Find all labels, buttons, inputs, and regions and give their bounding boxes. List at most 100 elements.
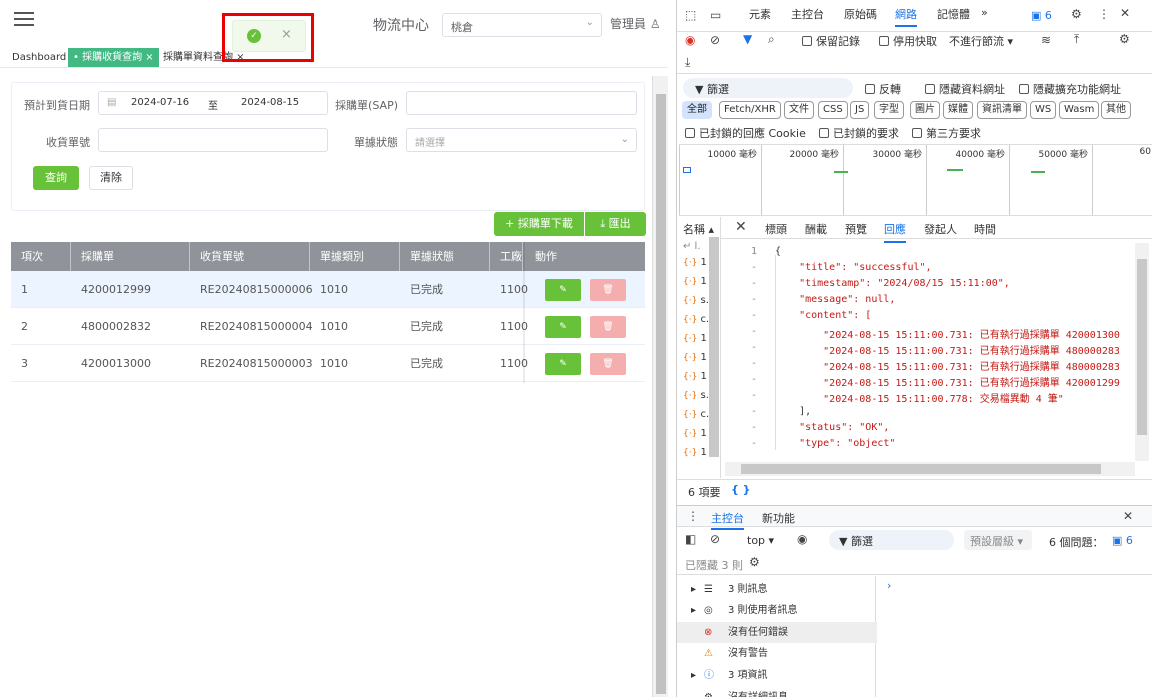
filter-input[interactable]: ▼ 篩選 bbox=[683, 78, 853, 98]
type-font[interactable]: 字型 bbox=[874, 101, 904, 119]
console-filter-item[interactable]: ▸ ⓘ 3 項資訊 bbox=[677, 665, 877, 686]
settings-icon[interactable]: ⚙ bbox=[1071, 7, 1082, 21]
levels-select[interactable]: 預設層級 ▾ bbox=[964, 530, 1032, 550]
throttle-select[interactable]: 不進行節流 ▾ bbox=[949, 33, 1013, 49]
issues-badge[interactable]: ▣ 6 bbox=[1031, 9, 1052, 22]
close-icon[interactable]: ✕ bbox=[735, 219, 747, 235]
type-manifest[interactable]: 資訊清單 bbox=[977, 101, 1027, 119]
menu-toggle-icon[interactable] bbox=[14, 12, 34, 28]
edit-button[interactable]: ✎ bbox=[545, 353, 581, 375]
col-type[interactable]: 單據類別 bbox=[310, 242, 400, 271]
download-icon[interactable]: ⤓ bbox=[685, 55, 690, 70]
tab-dashboard[interactable]: Dashboard bbox=[7, 48, 71, 67]
edit-button[interactable]: ✎ bbox=[545, 279, 581, 301]
status-select[interactable]: 請選擇 ⌄ bbox=[406, 128, 637, 152]
col-receipt[interactable]: 收貨單號 bbox=[190, 242, 310, 271]
tab-response[interactable]: 回應 bbox=[884, 221, 906, 243]
list-scroll-thumb[interactable] bbox=[709, 237, 719, 457]
query-button[interactable]: 查詢 bbox=[33, 166, 79, 190]
date-range-input[interactable]: ▤ 2024-07-16 至 2024-08-15 bbox=[98, 91, 328, 115]
tab-console[interactable]: 主控台 bbox=[791, 6, 824, 22]
list-item[interactable]: {·} 1 bbox=[683, 333, 707, 344]
tab-sources[interactable]: 原始碼 bbox=[844, 6, 877, 22]
prompt-icon[interactable]: › bbox=[887, 579, 891, 592]
tab-timing[interactable]: 時間 bbox=[974, 221, 996, 237]
tab-preview[interactable]: 預覽 bbox=[845, 221, 867, 237]
blocked-requests-checkbox[interactable]: 已封鎖的要求 bbox=[819, 125, 899, 141]
type-all[interactable]: 全部 bbox=[682, 101, 712, 119]
type-xhr[interactable]: Fetch/XHR bbox=[719, 101, 781, 119]
close-icon[interactable]: ✕ bbox=[1120, 6, 1130, 20]
response-viewer[interactable]: 1 - - - - - - - - - - - - - { "title": "… bbox=[723, 243, 1135, 461]
name-header[interactable]: 名稱 ▴ bbox=[683, 221, 714, 237]
list-item[interactable]: {·} 1 bbox=[683, 257, 707, 268]
wifi-icon[interactable]: ≋ bbox=[1041, 33, 1051, 47]
type-doc[interactable]: 文件 bbox=[784, 101, 814, 119]
tab-headers[interactable]: 標頭 bbox=[765, 221, 787, 237]
context-select[interactable]: top ▾ bbox=[747, 534, 774, 547]
hide-data-checkbox[interactable]: 隱藏資料網址 bbox=[925, 81, 1005, 97]
response-hscrollbar[interactable] bbox=[725, 462, 1135, 476]
drawer-tab-console[interactable]: 主控台 bbox=[711, 510, 744, 530]
search-icon[interactable]: ⌕ bbox=[768, 32, 775, 47]
issues-badge[interactable]: ▣ 6 bbox=[1112, 534, 1133, 547]
table-row[interactable]: 3 4200013000 RE20240815000003 1010 已完成 1… bbox=[11, 345, 645, 382]
console-filter-item[interactable]: ⚙ 沒有詳細訊息 bbox=[677, 687, 877, 697]
drawer-menu-icon[interactable]: ⋮ bbox=[687, 509, 699, 523]
receipt-input[interactable] bbox=[98, 128, 328, 152]
type-media[interactable]: 媒體 bbox=[943, 101, 973, 119]
sidebar-icon[interactable]: ◧ bbox=[685, 532, 696, 546]
type-img[interactable]: 圖片 bbox=[910, 101, 940, 119]
po-download-button[interactable]: + 採購單下載 bbox=[494, 212, 584, 236]
list-item[interactable]: ↵ l. bbox=[683, 241, 701, 252]
list-item[interactable]: {·} s. bbox=[683, 295, 709, 306]
scroll-thumb[interactable] bbox=[656, 94, 666, 694]
po-input[interactable] bbox=[406, 91, 637, 115]
type-js[interactable]: JS bbox=[850, 101, 870, 119]
scroll-thumb[interactable] bbox=[1137, 259, 1147, 435]
list-item[interactable]: {·} c. bbox=[683, 409, 709, 420]
col-po[interactable]: 採購單 bbox=[71, 242, 190, 271]
list-item[interactable]: {·} s. bbox=[683, 390, 709, 401]
more-menu-icon[interactable]: ⋮ bbox=[1098, 7, 1110, 21]
hide-ext-checkbox[interactable]: 隱藏擴充功能網址 bbox=[1019, 81, 1121, 97]
request-list[interactable]: 名稱 ▴ ↵ l. {·} 1 {·} 1 {·} s. {·} c. {·} … bbox=[677, 217, 721, 478]
inspect-icon[interactable]: ⬚ bbox=[685, 8, 696, 22]
tab-receipt-query[interactable]: • 採購收貨查詢 × bbox=[68, 48, 159, 67]
preserve-log-checkbox[interactable]: 保留記錄 bbox=[802, 33, 860, 49]
console-filter-item[interactable]: ▸ ☰ 3 則訊息 bbox=[677, 579, 877, 600]
delete-button[interactable]: 🗑 bbox=[590, 316, 626, 338]
console-filter-item[interactable]: ⊗ 沒有任何錯誤 bbox=[677, 622, 877, 643]
filter-icon[interactable]: ▼ bbox=[743, 32, 752, 46]
tab-payload[interactable]: 酬載 bbox=[805, 221, 827, 237]
tab-memory[interactable]: 記憶體 bbox=[937, 6, 970, 22]
settings-icon[interactable]: ⚙ bbox=[1119, 32, 1130, 46]
console-filter-input[interactable]: ▼ 篩選 bbox=[829, 530, 954, 550]
list-item[interactable]: {·} 1 bbox=[683, 447, 707, 458]
delete-button[interactable]: 🗑 bbox=[590, 353, 626, 375]
network-timeline[interactable]: 10000 毫秒 20000 毫秒 30000 毫秒 40000 毫秒 5000… bbox=[679, 144, 1152, 216]
export-button[interactable]: ⤓ 匯出 bbox=[585, 212, 646, 236]
tab-elements[interactable]: 元素 bbox=[749, 6, 771, 22]
type-css[interactable]: CSS bbox=[818, 101, 848, 119]
table-row[interactable]: 1 4200012999 RE20240815000006 1010 已完成 1… bbox=[11, 271, 645, 308]
edit-button[interactable]: ✎ bbox=[545, 316, 581, 338]
close-icon[interactable]: ✕ bbox=[1123, 509, 1133, 523]
type-wasm[interactable]: Wasm bbox=[1059, 101, 1100, 119]
table-row[interactable]: 2 4800002832 RE20240815000004 1010 已完成 1… bbox=[11, 308, 645, 345]
clear-icon[interactable]: ⊘ bbox=[710, 33, 720, 47]
device-icon[interactable]: ▭ bbox=[710, 8, 721, 22]
console-filter-item[interactable]: ▸ ◎ 3 則使用者訊息 bbox=[677, 600, 877, 621]
list-item[interactable]: {·} 1 bbox=[683, 276, 707, 287]
drawer-tab-whatsnew[interactable]: 新功能 bbox=[762, 510, 795, 526]
scroll-thumb[interactable] bbox=[741, 464, 1101, 474]
clear-icon[interactable]: ⊘ bbox=[710, 532, 720, 546]
more-tabs-icon[interactable]: » bbox=[981, 6, 988, 19]
upload-icon[interactable]: ⤒ bbox=[1074, 32, 1079, 47]
page-scrollbar[interactable] bbox=[652, 76, 668, 697]
col-status[interactable]: 單據狀態 bbox=[400, 242, 490, 271]
third-party-checkbox[interactable]: 第三方要求 bbox=[912, 125, 981, 141]
warehouse-select[interactable]: 桃倉 ⌄ bbox=[442, 13, 602, 37]
type-ws[interactable]: WS bbox=[1030, 101, 1057, 119]
disable-cache-checkbox[interactable]: 停用快取 bbox=[879, 33, 937, 49]
